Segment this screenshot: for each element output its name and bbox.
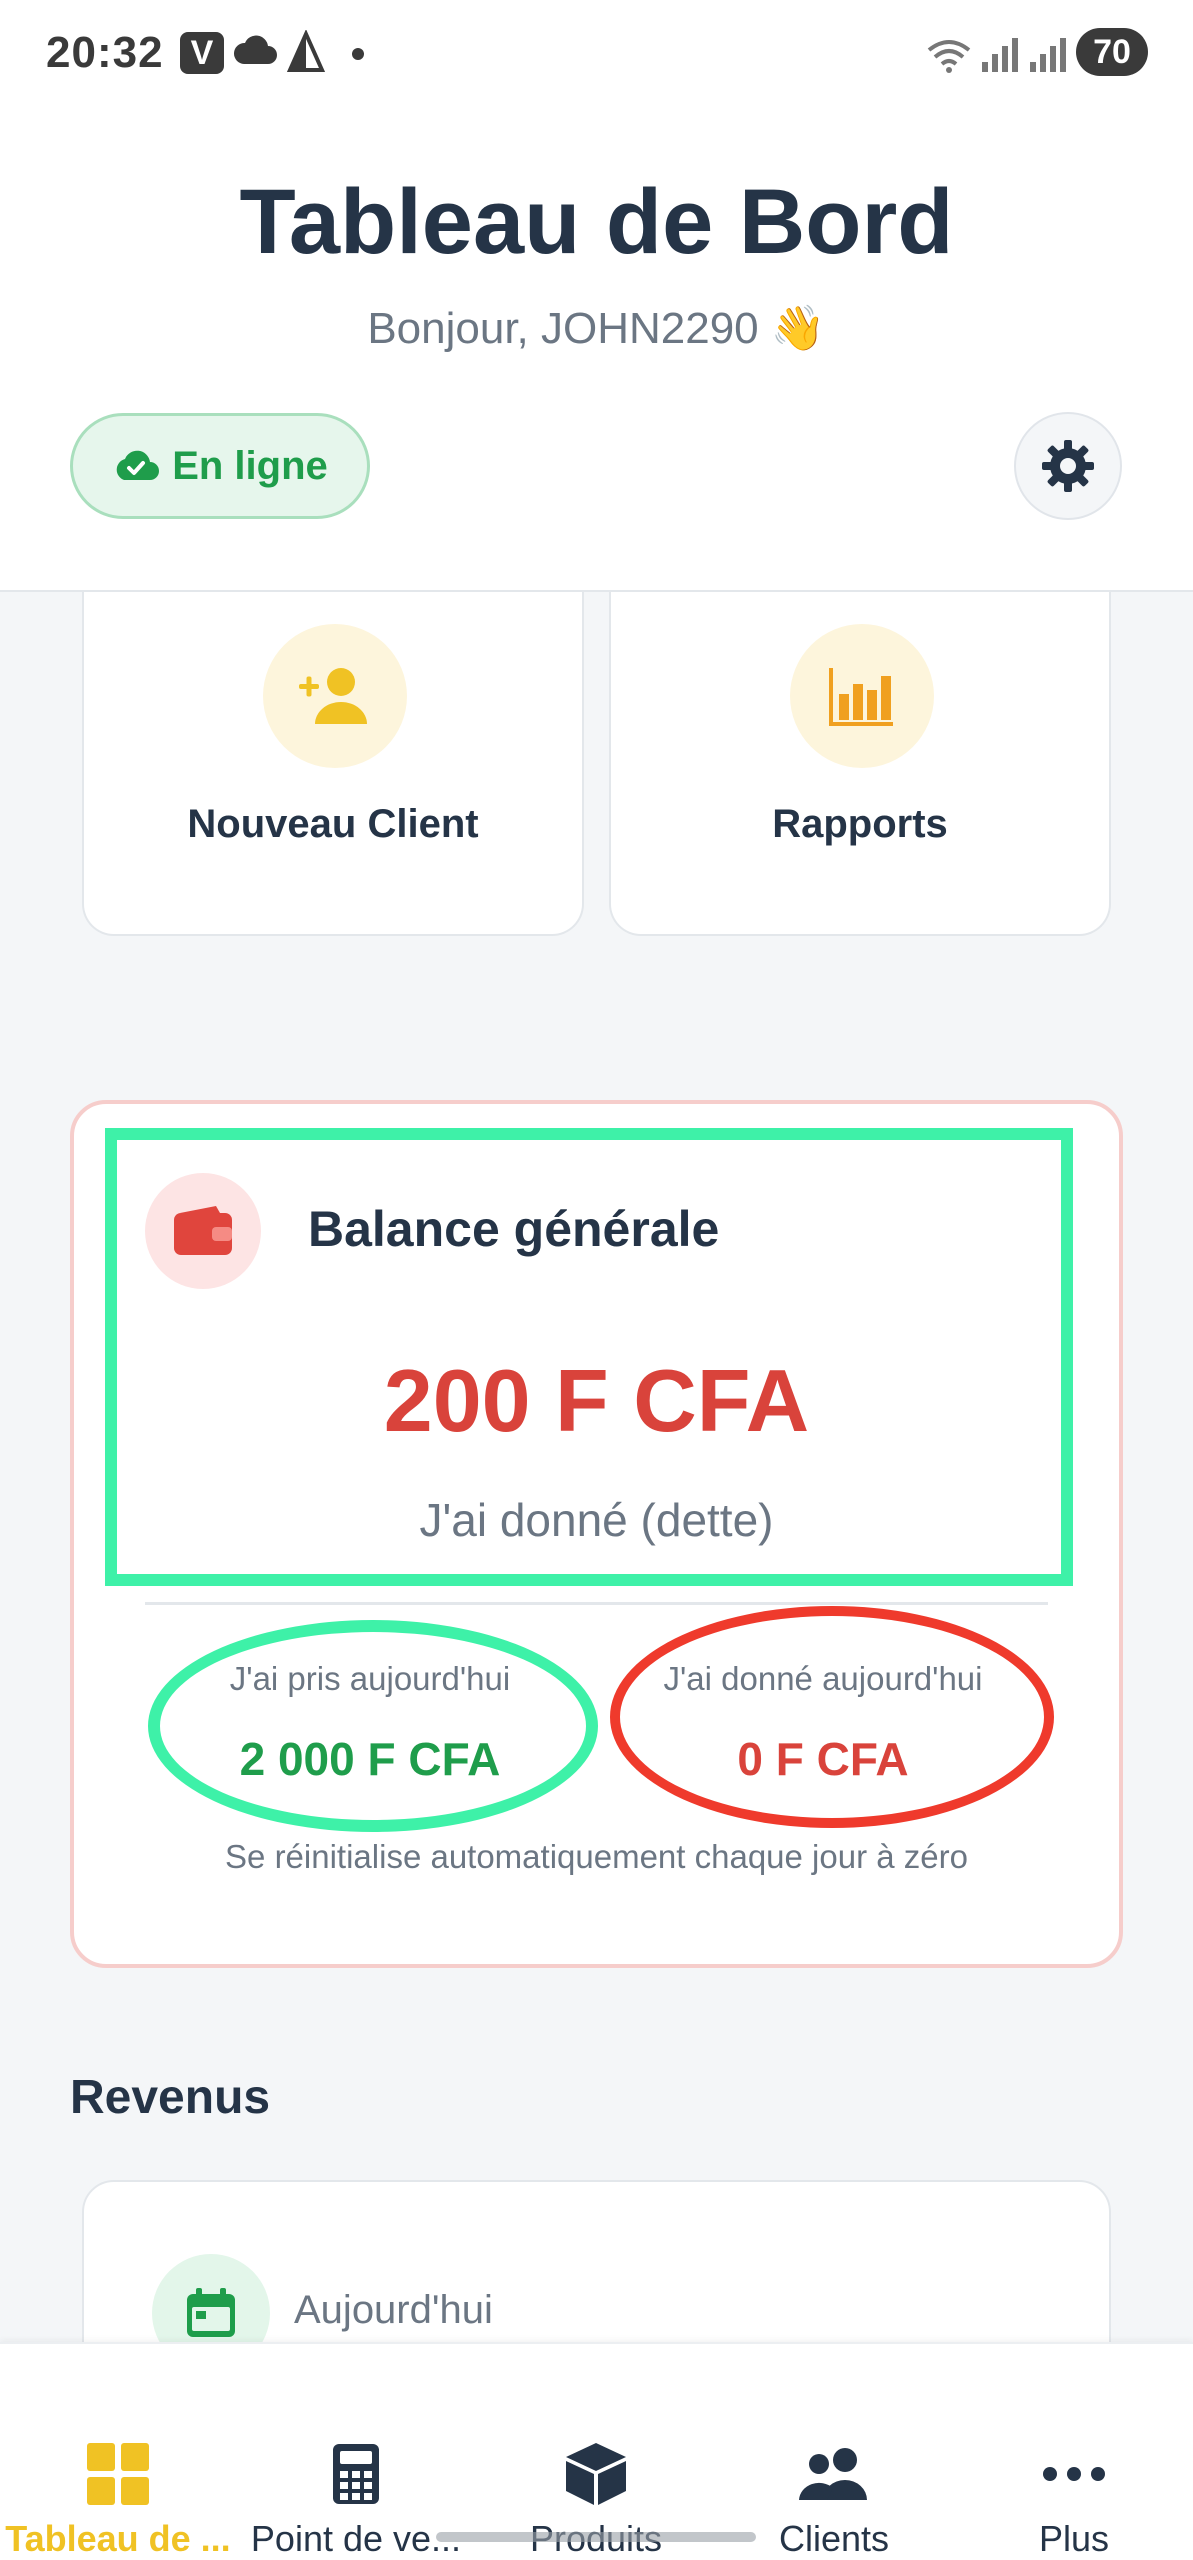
battery-indicator: 70 [1076, 28, 1148, 76]
nav-label-more: Plus [1038, 2518, 1110, 2559]
bottom-navigation: Tableau de ... Point de ve... Produi [0, 2342, 1193, 2560]
wifi-icon [927, 40, 971, 73]
status-bar: 20:32 V 70 [0, 0, 1193, 110]
connection-status-label: En ligne [172, 443, 328, 488]
highlight-ellipse-red [610, 1606, 1054, 1828]
add-user-icon-wrap [263, 624, 407, 768]
calendar-icon [187, 2288, 235, 2337]
greeting-text: Bonjour, JOHN2290 👋 [367, 304, 826, 353]
home-indicator[interactable] [436, 2532, 756, 2542]
page-title: Tableau de Bord [239, 171, 954, 273]
revenue-period-label: Aujourd'hui [294, 2288, 493, 2332]
balance-divider [145, 1602, 1048, 1605]
bar-chart-icon-wrap [790, 624, 934, 768]
new-client-card[interactable]: Nouveau Client [82, 592, 584, 936]
highlight-ellipse-green [148, 1620, 598, 1832]
connection-status-badge[interactable]: En ligne [70, 413, 370, 519]
nav-item-dashboard[interactable]: Tableau de ... [0, 2436, 236, 2560]
more-icon [1043, 2467, 1105, 2481]
users-icon [799, 2448, 867, 2500]
nav-item-more[interactable]: Plus [956, 2436, 1192, 2560]
signal-icon [1030, 38, 1066, 72]
dashboard-icon [87, 2443, 149, 2505]
cloud-check-icon [116, 450, 160, 480]
cloud-icon [233, 35, 277, 64]
dashboard-header: Tableau de Bord Bonjour, JOHN2290 👋 En l… [0, 110, 1193, 592]
triangle-icon [286, 30, 326, 72]
nav-label-dashboard: Tableau de ... [5, 2518, 231, 2559]
reports-label: Rapports [772, 802, 948, 846]
add-user-icon [299, 668, 367, 724]
new-client-label: Nouveau Client [187, 802, 479, 846]
reports-card[interactable]: Rapports [609, 592, 1111, 936]
signal-icon [982, 38, 1018, 72]
notification-dot [352, 48, 364, 60]
bar-chart-icon [829, 668, 893, 726]
carrier-badge: V [180, 32, 224, 74]
reset-note: Se réinitialise automatiquement chaque j… [225, 1838, 968, 1875]
box-icon [566, 2443, 626, 2505]
revenue-section-title: Revenus [70, 2071, 271, 2124]
highlight-rectangle [105, 1128, 1073, 1586]
calculator-icon [333, 2444, 379, 2504]
gear-icon [1042, 440, 1094, 492]
settings-button[interactable] [1014, 412, 1122, 520]
status-time: 20:32 [46, 28, 164, 77]
